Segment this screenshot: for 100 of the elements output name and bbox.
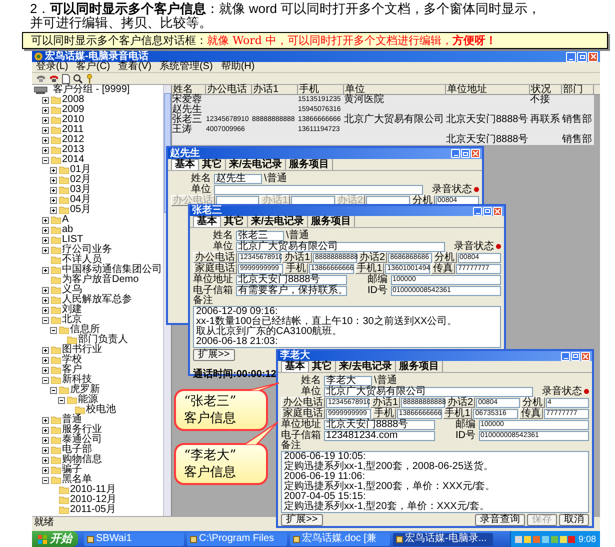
tree-item[interactable]: 电子部 [62,445,92,455]
tree-item[interactable]: 2013 [62,145,84,155]
phone-button[interactable]: 传真 [431,263,456,274]
note-area[interactable]: 2006-12-09 09:16: xx-1数量100台已经结帐，直上午10：30之前送到XX公司。 取从北京到广东的CA3100航班。 2006-06-18 21:03: [193,306,501,348]
tab[interactable]: 基本 [171,159,199,170]
maximize-button[interactable] [571,352,580,360]
tree-item[interactable]: 疗公司业务 [62,245,112,255]
tree-item[interactable]: A [62,215,69,225]
expander-icon[interactable] [42,436,49,444]
expander-icon[interactable] [50,176,57,184]
tree-item[interactable]: 05月 [70,205,92,215]
tab[interactable]: 服务项目 [286,159,333,170]
expander-icon[interactable] [42,316,49,324]
phone-button[interactable]: 分机 [520,397,545,408]
expander-icon[interactable] [42,236,49,244]
expander-icon[interactable] [50,166,57,174]
search-icon[interactable] [73,74,83,84]
phone-button[interactable]: 分机 [432,252,457,263]
taskbar-item[interactable]: C:\Program Files [187,532,287,546]
expander-icon[interactable] [42,346,49,354]
tree-item[interactable]: 2014 [62,155,84,165]
tree-item[interactable]: 购物信息 [62,455,102,465]
expander-icon[interactable] [42,136,49,144]
dialog-button[interactable]: 扩展>> [281,514,323,526]
expander-icon[interactable] [50,326,57,334]
expander-icon[interactable] [42,266,49,274]
input-field[interactable]: 有需要客户，保持联系。 [236,286,346,296]
input-field[interactable]: 张老三 [236,230,284,240]
minimize-button[interactable] [451,149,460,158]
tab[interactable]: 来/去电记录 [248,216,308,227]
phone-icon[interactable] [36,74,46,83]
phone-button[interactable]: 手机1 [442,408,472,419]
tree-item[interactable]: 中国移动通信集团公司 [62,265,162,275]
phone-button[interactable]: 办话2 [358,252,388,263]
tree-item[interactable]: 02月 [70,175,92,185]
input-field[interactable] [214,184,423,194]
expander-icon[interactable] [42,366,49,374]
expander-icon[interactable] [42,106,49,114]
tree-item[interactable]: 骗子 [62,465,82,475]
tab[interactable]: 其它 [309,361,336,372]
dialog-button[interactable]: 扩展>> [193,349,235,361]
menu-item[interactable]: 系统管理(S) [159,62,213,72]
tree-item[interactable]: 义乌 [62,285,82,295]
expander-icon[interactable] [42,476,49,484]
tab[interactable]: 来/去电记录 [336,361,396,372]
tree-item[interactable]: 服务行业 [62,425,102,435]
tree-item[interactable]: 客户分组 - [9999] [53,85,130,95]
expander-icon[interactable] [42,426,49,434]
phone-button[interactable]: 办话1 [282,252,312,263]
maximize-button[interactable] [577,52,587,62]
expander-icon[interactable] [42,156,49,164]
tree-item[interactable]: 2010-12月 [70,495,117,505]
taskbar-item[interactable]: SBWai1 [84,532,184,546]
input-field[interactable]: 赵先生 [214,174,262,184]
tree-item[interactable]: 能源 [78,395,98,405]
taskbar-item[interactable]: 宏鸟话媒.doc [兼 [290,532,390,546]
tree-item[interactable]: 01月 [70,165,92,175]
tree-item[interactable]: LIST [62,235,84,245]
expander-icon[interactable] [42,356,49,364]
tree-item[interactable]: 客户 [62,365,82,375]
menu-item[interactable]: 客户(C) [76,62,110,72]
tab[interactable]: 基本 [281,361,309,372]
phone-button[interactable]: 家庭电话 [281,408,325,419]
expander-icon[interactable] [42,126,49,134]
expander-icon[interactable] [42,116,49,124]
expander-icon[interactable] [42,146,49,154]
expander-icon[interactable] [42,376,49,384]
tree-item[interactable]: 2012 [62,135,84,145]
minimize-button[interactable] [561,352,570,360]
page-icon[interactable] [62,74,70,84]
tree-item[interactable]: 新科技 [62,375,92,385]
expander-icon[interactable] [42,466,49,474]
close-button[interactable] [581,352,590,360]
phone-button[interactable]: 办话2 [446,397,476,408]
key-icon[interactable] [86,74,93,84]
tree-item[interactable]: 北京 [62,315,82,325]
expander-icon[interactable] [42,416,49,424]
minimize-button[interactable] [473,206,482,216]
expander-icon[interactable] [58,396,65,404]
input-field[interactable]: 123481234.com [324,430,434,440]
input-field[interactable] [366,196,410,206]
expander-icon[interactable] [50,386,57,394]
tree-item[interactable]: 信息所 [70,325,100,335]
menu-item[interactable]: 查看(V) [118,62,152,72]
tree-item[interactable]: 黑名单 [62,475,92,485]
input-field[interactable]: 李老大 [324,376,372,386]
tab[interactable]: 服务项目 [396,361,443,372]
taskbar-item[interactable]: 宏鸟话媒-电脑录... [393,532,493,546]
dialog-button[interactable]: 录音查询 [475,514,525,526]
tree-item[interactable]: 不详人员 [62,255,102,265]
tree-item[interactable]: 泰通公司 [62,435,102,445]
tree-item[interactable]: 2009 [62,105,84,115]
expander-icon[interactable] [42,456,49,464]
phone-button[interactable]: 手机1 [354,263,384,274]
expander-icon[interactable] [42,226,49,234]
hang-up-icon[interactable] [49,74,59,83]
close-button[interactable] [588,52,598,62]
tree-item[interactable]: 2011-05月 [70,505,116,515]
expander-icon[interactable] [50,206,57,214]
input-field[interactable] [291,196,334,206]
